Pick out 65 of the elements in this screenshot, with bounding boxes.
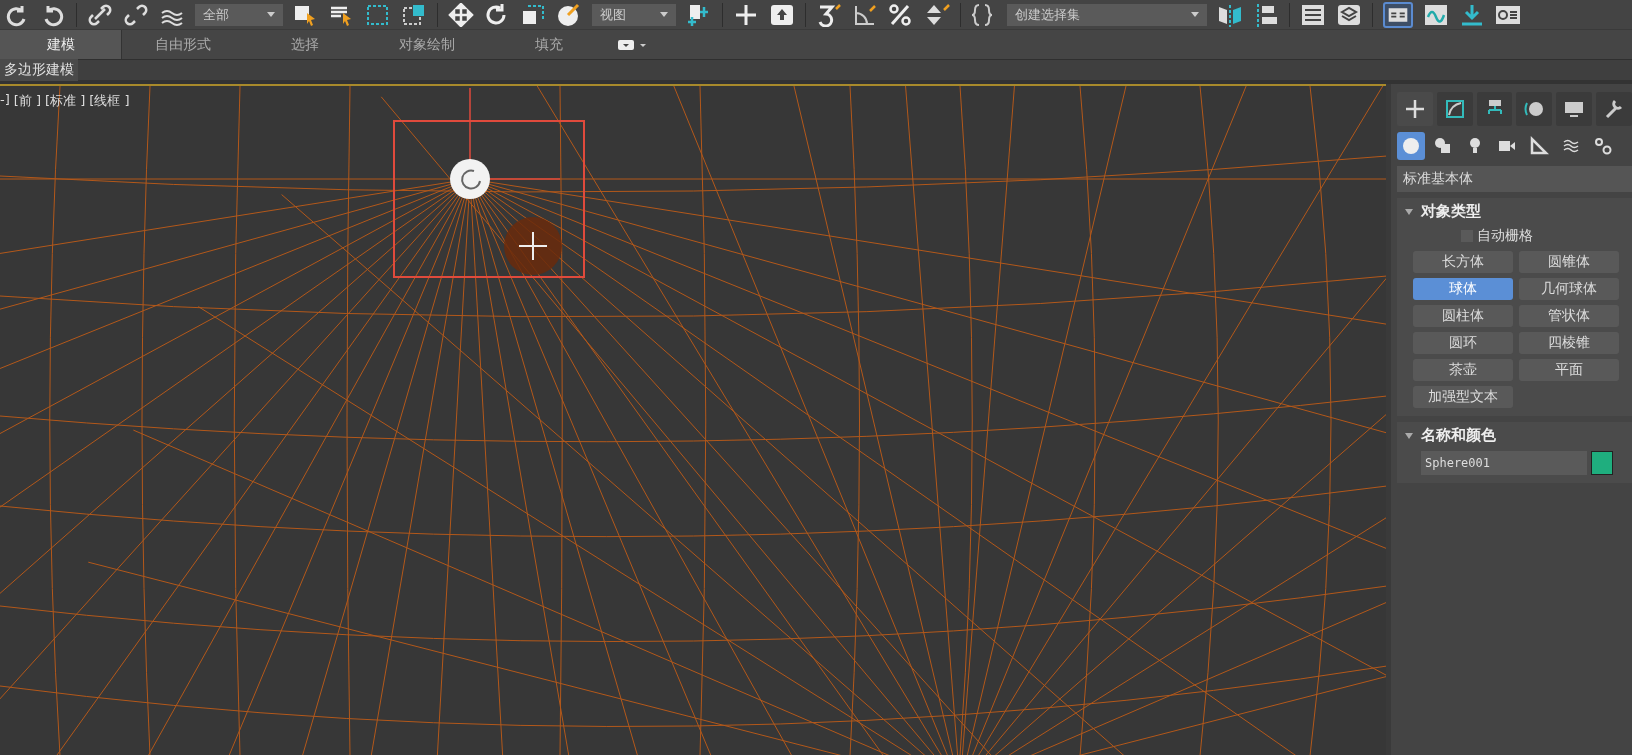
command-panel-tab[interactable] bbox=[1596, 92, 1632, 126]
scale-icon[interactable] bbox=[520, 2, 546, 27]
caret-icon[interactable] bbox=[1191, 12, 1199, 17]
download-icon[interactable] bbox=[1459, 2, 1485, 27]
link-icon[interactable] bbox=[87, 2, 113, 27]
placement-icon[interactable] bbox=[556, 2, 582, 27]
primitive-button[interactable]: 平面 bbox=[1519, 359, 1619, 381]
primitive-button[interactable]: 圆环 bbox=[1413, 332, 1513, 354]
angle-snap-icon[interactable] bbox=[852, 2, 878, 27]
list-icon[interactable] bbox=[1300, 2, 1326, 27]
command-panel-tab[interactable] bbox=[1556, 92, 1593, 126]
rollout-title[interactable]: 名称和颜色 bbox=[1421, 426, 1496, 445]
primitive-button[interactable]: 圆锥体 bbox=[1519, 251, 1619, 273]
selection-filter-dropdown[interactable]: 全部 bbox=[195, 3, 283, 26]
curve-editor-icon[interactable] bbox=[1423, 2, 1449, 27]
primitive-button[interactable]: 加强型文本 bbox=[1413, 386, 1513, 408]
mirror-icon[interactable] bbox=[1217, 2, 1243, 27]
viewport-label[interactable]: -] bbox=[0, 92, 10, 110]
crosshair-icon[interactable] bbox=[733, 2, 759, 27]
command-panel-tab[interactable] bbox=[1476, 92, 1513, 126]
viewport-label[interactable]: [标准 ] bbox=[45, 92, 86, 110]
viewport-label[interactable]: [前 ] bbox=[13, 92, 42, 110]
primitive-button[interactable]: 圆柱体 bbox=[1413, 305, 1513, 327]
checkbox-label[interactable]: 自动栅格 bbox=[1477, 227, 1533, 245]
viewport-label[interactable]: [线框 ] bbox=[89, 92, 130, 110]
spinner-snap-icon[interactable] bbox=[924, 2, 950, 27]
primitive-button[interactable]: 几何球体 bbox=[1519, 278, 1619, 300]
reference-coordinate-dropdown[interactable]: 视图 bbox=[592, 3, 676, 26]
shapes-icon bbox=[1433, 136, 1453, 156]
ribbon-tab[interactable]: 建模 bbox=[0, 30, 122, 59]
upload-icon[interactable] bbox=[769, 2, 795, 27]
color-swatch[interactable] bbox=[1591, 451, 1613, 475]
move-cursor-icon bbox=[504, 217, 562, 275]
caret-icon[interactable] bbox=[267, 12, 275, 17]
command-panel-tab[interactable] bbox=[1397, 92, 1433, 126]
ribbon-tab[interactable]: 选择 bbox=[244, 30, 366, 59]
percent-snap-icon[interactable] bbox=[888, 2, 914, 27]
collapse-icon[interactable] bbox=[1405, 432, 1413, 439]
primitive-button[interactable]: 长方体 bbox=[1413, 251, 1513, 273]
collapse-icon[interactable] bbox=[1405, 208, 1413, 215]
ribbon-toggle-icon[interactable] bbox=[1383, 1, 1413, 28]
layers-icon[interactable] bbox=[1336, 2, 1362, 27]
ribbon-tab[interactable]: 自由形式 bbox=[122, 30, 244, 59]
unlink-icon[interactable] bbox=[123, 2, 149, 27]
command-panel-tab[interactable] bbox=[1516, 92, 1553, 126]
object-name-field[interactable]: Sphere001 bbox=[1421, 451, 1587, 475]
rollout-title[interactable]: 对象类型 bbox=[1421, 202, 1481, 221]
gears-icon bbox=[1593, 136, 1613, 156]
selection-region-icon[interactable] bbox=[365, 2, 391, 27]
ribbon-tab[interactable]: 填充 bbox=[488, 30, 610, 59]
window-crossing-icon[interactable] bbox=[401, 2, 427, 27]
move-icon[interactable] bbox=[448, 2, 474, 27]
named-selection-dropdown[interactable]: 创建选择集 bbox=[1007, 3, 1207, 26]
caret-icon[interactable] bbox=[660, 12, 668, 17]
ribbon-tab[interactable]: 对象绘制 bbox=[366, 30, 488, 59]
primitive-type-dropdown[interactable]: 标准基本体 bbox=[1397, 166, 1632, 192]
primitive-button[interactable]: 管状体 bbox=[1519, 305, 1619, 327]
primitive-button[interactable]: 球体 bbox=[1413, 278, 1513, 300]
primitive-button[interactable]: 四棱锥 bbox=[1519, 332, 1619, 354]
primitive-button[interactable]: 茶壶 bbox=[1413, 359, 1513, 381]
ribbon-panel-label[interactable]: 多边形建模 bbox=[0, 59, 78, 81]
circle-icon bbox=[1401, 136, 1421, 156]
category-button[interactable] bbox=[1397, 132, 1425, 160]
command-panel-tab[interactable] bbox=[1436, 92, 1473, 126]
snap-3d-icon[interactable] bbox=[816, 2, 842, 27]
